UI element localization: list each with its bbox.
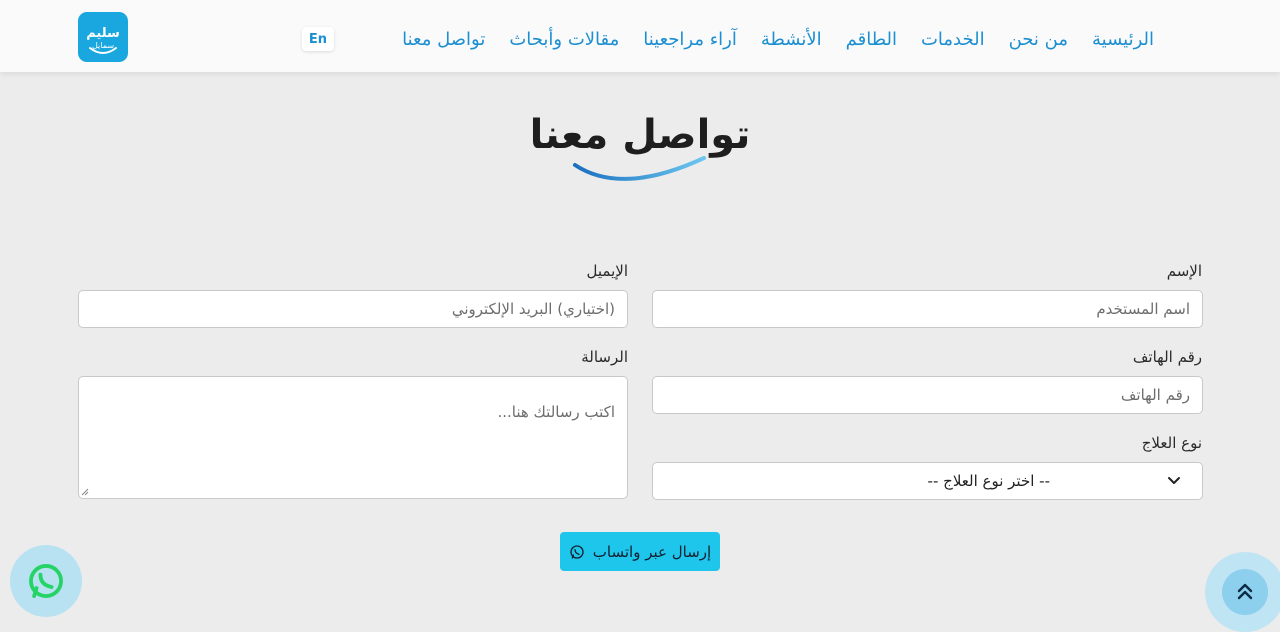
nav-item-home[interactable]: الرئيسية (1092, 29, 1154, 50)
scroll-to-top-button[interactable] (1205, 552, 1280, 632)
logo-smile-icon (89, 47, 117, 54)
name-label: الإسم (1166, 262, 1202, 280)
whatsapp-icon (570, 544, 584, 559)
chevron-down-icon (1168, 477, 1180, 484)
nav-item-staff[interactable]: الطاقم (846, 29, 897, 50)
language-toggle-button[interactable]: En (302, 27, 334, 51)
treatment-label: نوع العلاج (1141, 434, 1202, 452)
email-placeholder: (اختياري) البريد الإلكتروني (451, 300, 615, 318)
email-label: الإيميل (586, 262, 628, 280)
scroll-to-top-inner (1222, 569, 1268, 615)
message-placeholder: اكتب رسالتك هنا... (497, 403, 615, 421)
logo-line-1: سليم (86, 25, 120, 41)
whatsapp-icon (29, 564, 63, 598)
title-underline-decoration (573, 156, 706, 181)
send-button-label: إرسال عبر واتساب (592, 542, 712, 561)
floating-whatsapp-button[interactable] (10, 545, 82, 617)
double-chevron-up-icon (1237, 583, 1253, 600)
phone-label: رقم الهاتف (1132, 348, 1202, 366)
nav-item-articles[interactable]: مقالات وأبحاث (509, 29, 619, 50)
message-textarea[interactable]: اكتب رسالتك هنا... (78, 376, 628, 499)
resize-handle-icon[interactable] (81, 488, 89, 496)
site-header: سليم سمايل الرئيسية من نحن الخدمات الطاق… (0, 0, 1280, 72)
logo[interactable]: سليم سمايل (78, 12, 128, 62)
treatment-selected-value: -- اختر نوع العلاج -- (927, 472, 1050, 490)
name-input[interactable]: اسم المستخدم (652, 290, 1203, 328)
nav-item-contact[interactable]: تواصل معنا (402, 29, 485, 50)
send-whatsapp-button[interactable]: إرسال عبر واتساب (560, 532, 720, 571)
main-nav: الرئيسية من نحن الخدمات الطاقم الأنشطة آ… (402, 26, 1154, 52)
nav-item-activities[interactable]: الأنشطة (761, 29, 822, 50)
nav-item-services[interactable]: الخدمات (921, 29, 985, 50)
treatment-select[interactable]: -- اختر نوع العلاج -- (652, 462, 1203, 500)
name-placeholder: اسم المستخدم (1096, 300, 1190, 318)
message-label: الرسالة (581, 348, 628, 366)
email-input[interactable]: (اختياري) البريد الإلكتروني (78, 290, 628, 328)
phone-placeholder: رقم الهاتف (1120, 386, 1190, 404)
nav-item-about[interactable]: من نحن (1009, 29, 1068, 50)
phone-input[interactable]: رقم الهاتف (652, 376, 1203, 414)
nav-item-reviews[interactable]: آراء مراجعينا (643, 29, 737, 50)
